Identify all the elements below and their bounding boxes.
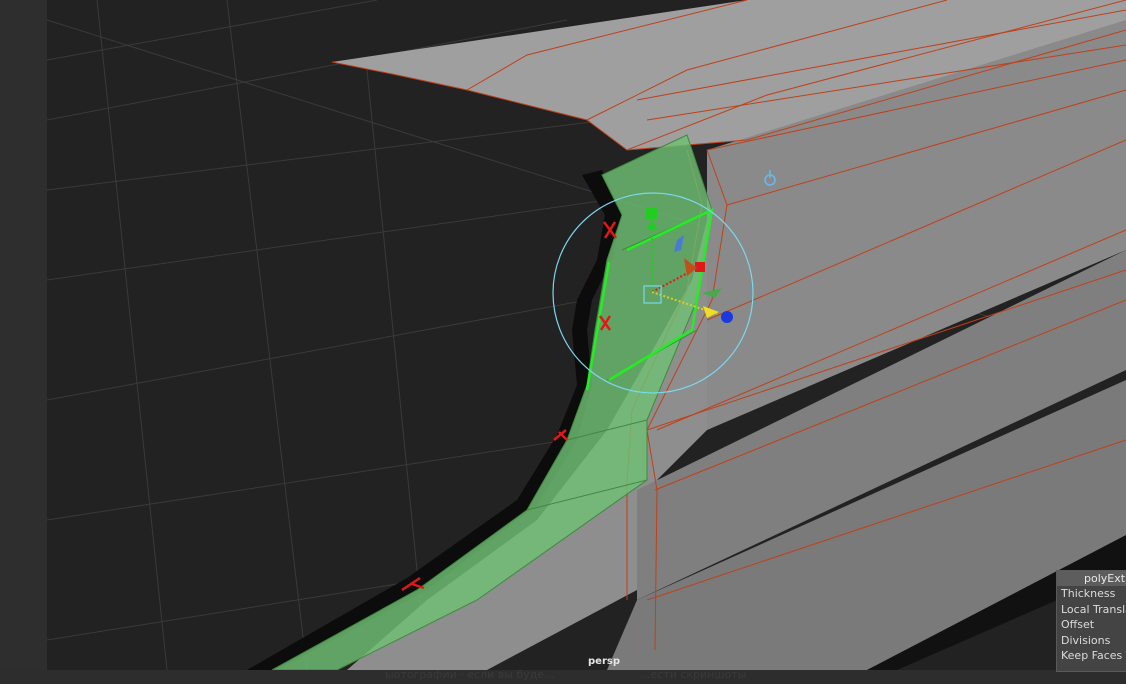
node-title[interactable]: polyExtr <box>1057 571 1126 586</box>
camera-label: persp <box>588 656 620 667</box>
scene-canvas[interactable] <box>47 0 1126 670</box>
status-text-left: ыотографии · если вы буде... <box>385 668 555 681</box>
mesh-object[interactable] <box>247 0 1126 670</box>
left-toolbar-strip <box>0 0 47 684</box>
viewport-persp[interactable] <box>47 0 1126 670</box>
attr-offset[interactable]: Offset <box>1057 617 1126 633</box>
attr-keep-faces[interactable]: Keep Faces T <box>1057 648 1126 664</box>
attr-thickness[interactable]: Thickness <box>1057 586 1126 602</box>
status-text-right: ...ести скриншоты <box>640 668 747 681</box>
status-bar <box>0 670 1126 684</box>
channel-box[interactable]: polyExtr Thickness Local Transla Offset … <box>1056 570 1126 672</box>
attr-divisions[interactable]: Divisions <box>1057 633 1126 649</box>
attr-local-translate[interactable]: Local Transla <box>1057 602 1126 618</box>
